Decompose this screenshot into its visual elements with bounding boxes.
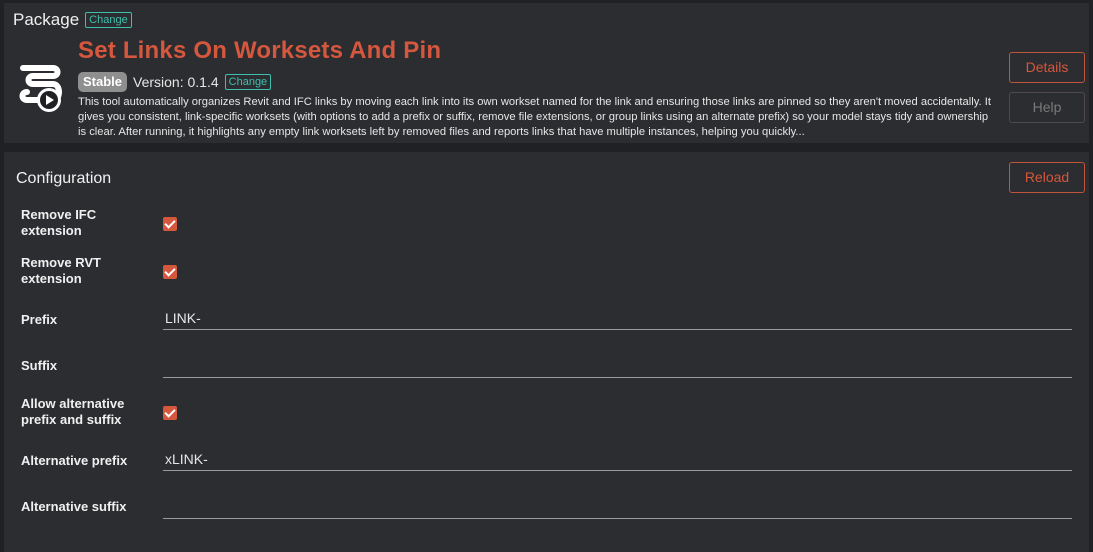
configuration-panel: Configuration Reload Remove IFC extensio… [4, 152, 1089, 552]
allow-alt-label: Allow alternative prefix and suffix [21, 396, 124, 428]
suffix-label: Suffix [21, 358, 58, 373]
prefix-input[interactable]: LINK- [163, 306, 1072, 330]
alt-suffix-label: Alternative suffix [21, 499, 127, 514]
label-line: Remove RVT [21, 255, 101, 270]
status-badge: Stable [78, 72, 128, 92]
package-panel: Package Change Set Links On Worksets And… [4, 3, 1089, 143]
label-line: Remove IFC [21, 207, 97, 222]
reload-button[interactable]: Reload [1009, 162, 1085, 193]
package-header: Package Change [13, 10, 132, 30]
label-line: extension [21, 223, 82, 238]
suffix-input[interactable] [163, 354, 1072, 378]
label-line: extension [21, 271, 82, 286]
prefix-label: Prefix [21, 312, 58, 327]
alt-prefix-label: Alternative prefix [21, 453, 128, 468]
revit-script-play-icon [13, 60, 69, 116]
label-line: Allow alternative [21, 396, 125, 411]
allow-alt-checkbox[interactable] [163, 406, 177, 420]
remove-ifc-label: Remove IFC extension [21, 207, 96, 239]
alt-suffix-input[interactable] [163, 495, 1072, 519]
tool-description: This tool automatically organizes Revit … [78, 96, 991, 138]
change-package-link[interactable]: Change [85, 12, 132, 28]
configuration-title: Configuration [16, 170, 112, 187]
remove-ifc-checkbox[interactable] [163, 217, 177, 231]
version-text: Version: 0.1.4 [133, 74, 219, 90]
tool-title: Set Links On Worksets And Pin [78, 37, 442, 64]
package-header-label: Package [13, 10, 80, 29]
version-row: Stable Version: 0.1.4 Change [78, 72, 272, 92]
change-version-link[interactable]: Change [224, 74, 272, 90]
details-button[interactable]: Details [1009, 52, 1085, 83]
remove-rvt-label: Remove RVT extension [21, 255, 101, 287]
remove-rvt-checkbox[interactable] [163, 265, 177, 279]
label-line: prefix and suffix [21, 412, 122, 427]
alt-prefix-input[interactable]: xLINK- [163, 447, 1072, 471]
help-button[interactable]: Help [1009, 92, 1085, 123]
